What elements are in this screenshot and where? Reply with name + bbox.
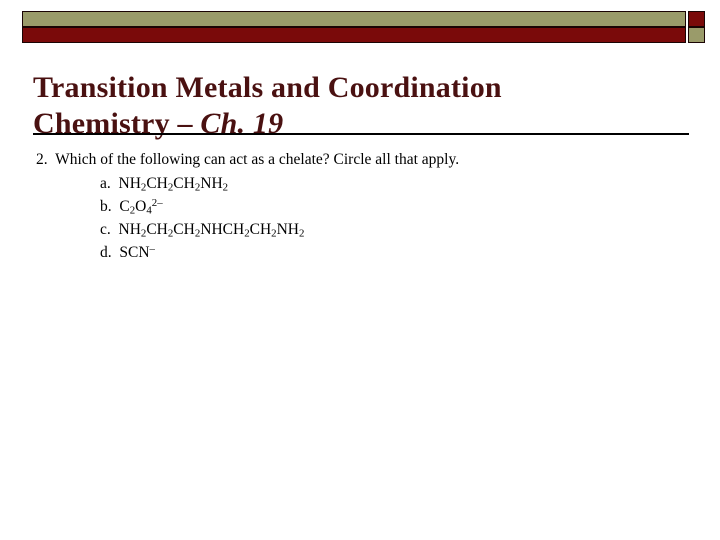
choice-item[interactable]: a. NH2CH2CH2NH2 <box>100 172 686 195</box>
choice-label: a. <box>100 175 119 192</box>
choice-item[interactable]: d. SCN– <box>100 241 686 264</box>
slide-banner-decoration <box>22 11 705 43</box>
slide-title-chapter: Ch. 19 <box>200 107 284 141</box>
choice-item[interactable]: c. NH2CH2CH2NHCH2CH2NH2 <box>100 218 686 241</box>
choice-list: a. NH2CH2CH2NH2 b. C2O42– c. NH2CH2CH2NHCH… <box>36 172 686 264</box>
choice-formula: NH2CH2CH2NH2 <box>118 175 229 194</box>
slide: Transition Metals and Coordination Chemi… <box>0 0 720 540</box>
slide-body: 2. Which of the following can act as a c… <box>36 148 686 264</box>
title-divider-rule <box>33 133 689 135</box>
banner-top-square <box>688 11 705 27</box>
choice-label: c. <box>100 221 119 238</box>
choice-formula: C2O42– <box>119 197 163 217</box>
slide-title-line2-prefix: Chemistry – <box>33 107 201 141</box>
choice-item[interactable]: b. C2O42– <box>100 195 686 218</box>
banner-bottom-row <box>22 27 705 43</box>
banner-top-row <box>22 11 705 27</box>
choice-formula: NH2CH2CH2NHCH2CH2NH2 <box>118 221 305 240</box>
banner-top-long-bar <box>22 11 686 27</box>
choice-label: b. <box>100 198 120 215</box>
choice-label: d. <box>100 244 120 261</box>
banner-bottom-long-bar <box>22 27 686 43</box>
choice-formula: SCN– <box>119 243 155 261</box>
slide-title: Transition Metals and Coordination Chemi… <box>33 70 673 142</box>
question-text: 2. Which of the following can act as a c… <box>36 151 460 168</box>
banner-bottom-square <box>688 27 705 43</box>
slide-title-line1: Transition Metals and Coordination <box>33 71 502 105</box>
